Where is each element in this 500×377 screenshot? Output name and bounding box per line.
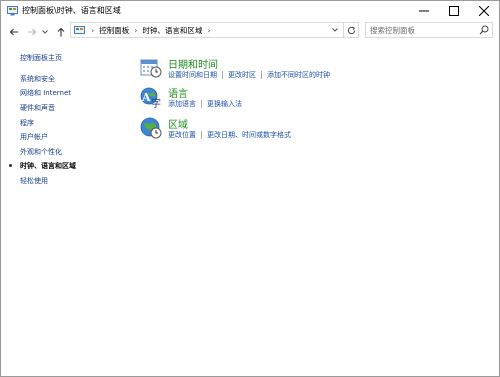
link-change-location[interactable]: 更改位置 bbox=[168, 130, 196, 140]
search-box[interactable] bbox=[365, 22, 493, 38]
arrow-up-icon bbox=[57, 27, 64, 36]
link-divider bbox=[201, 100, 202, 108]
sidebar-item-clock-language-region[interactable]: 时钟、语言和区域 bbox=[20, 161, 76, 171]
link-change-input-method[interactable]: 更换输入法 bbox=[207, 99, 242, 109]
link-change-timezone[interactable]: 更改时区 bbox=[228, 70, 256, 80]
search-icon[interactable] bbox=[479, 25, 489, 35]
search-input[interactable] bbox=[366, 23, 480, 37]
category-links: 设置时间和日期 更改时区 添加不同时区的时钟 bbox=[168, 70, 330, 80]
sidebar-item-appearance[interactable]: 外观和个性化 bbox=[20, 147, 62, 157]
arrow-left-icon bbox=[9, 28, 18, 35]
arrow-right-icon bbox=[27, 28, 36, 35]
breadcrumb-separator[interactable]: › bbox=[91, 26, 94, 35]
minimize-icon bbox=[419, 10, 429, 11]
window-title: 控制面板\时钟、语言和区域 bbox=[22, 6, 121, 15]
link-divider bbox=[201, 131, 202, 139]
recent-locations-button[interactable] bbox=[41, 25, 49, 38]
refresh-button[interactable] bbox=[343, 22, 359, 38]
up-button[interactable] bbox=[54, 25, 67, 38]
link-divider bbox=[222, 71, 223, 79]
close-button[interactable] bbox=[469, 1, 499, 20]
breadcrumb-separator[interactable]: › bbox=[207, 26, 210, 35]
address-history-button[interactable] bbox=[328, 22, 342, 38]
title-bar[interactable]: 控制面板\时钟、语言和区域 bbox=[1, 1, 499, 20]
link-add-clocks[interactable]: 添加不同时区的时钟 bbox=[267, 70, 330, 80]
sidebar-item-hardware-sound[interactable]: 硬件和声音 bbox=[20, 103, 55, 113]
globe-clock-icon[interactable] bbox=[139, 116, 163, 140]
sidebar-item-network-internet[interactable]: 网络和 Internet bbox=[20, 88, 71, 98]
sidebar-item-home[interactable]: 控制面板主页 bbox=[20, 53, 62, 63]
close-icon bbox=[479, 5, 489, 16]
sidebar-item-programs[interactable]: 程序 bbox=[20, 118, 34, 128]
maximize-icon bbox=[449, 5, 459, 16]
calendar-clock-icon[interactable] bbox=[139, 56, 163, 80]
link-add-language[interactable]: 添加语言 bbox=[168, 99, 196, 109]
sidebar-item-system-security[interactable]: 系统和安全 bbox=[20, 74, 55, 84]
svg-text:A: A bbox=[141, 91, 151, 104]
chevron-down-icon bbox=[332, 28, 338, 32]
refresh-icon bbox=[347, 26, 355, 34]
sidebar-item-ease-of-access[interactable]: 轻松使用 bbox=[20, 176, 48, 186]
category-links: 添加语言 更换输入法 bbox=[168, 99, 242, 109]
address-bar[interactable]: › 控制面板 › 时钟、语言和区域 › bbox=[70, 22, 344, 38]
sidebar-item-user-accounts[interactable]: 用户帐户 bbox=[20, 132, 48, 142]
maximize-button[interactable] bbox=[439, 1, 469, 20]
sidebar: 控制面板主页 系统和安全 网络和 Internet 硬件和声音 程序 用户帐户 … bbox=[1, 40, 131, 370]
breadcrumb-separator[interactable]: › bbox=[134, 26, 137, 35]
category-title-date-time[interactable]: 日期和时间 bbox=[168, 56, 218, 71]
control-panel-icon bbox=[7, 6, 18, 16]
link-set-time-date[interactable]: 设置时间和日期 bbox=[168, 70, 217, 80]
control-panel-icon bbox=[74, 25, 85, 34]
language-icon[interactable]: A 字 bbox=[139, 85, 163, 109]
back-button[interactable] bbox=[7, 25, 20, 38]
current-page-bullet bbox=[9, 164, 12, 167]
chevron-down-icon bbox=[42, 29, 48, 34]
link-divider bbox=[261, 71, 262, 79]
minimize-button[interactable] bbox=[409, 1, 439, 20]
breadcrumb-clock-language-region[interactable]: 时钟、语言和区域 bbox=[142, 25, 202, 36]
control-panel-window: 控制面板\时钟、语言和区域 › 控制面板 › 时钟、语言和区域 › 搜索控制面板… bbox=[0, 0, 500, 377]
breadcrumb-control-panel[interactable]: 控制面板 bbox=[99, 25, 129, 36]
category-title-region[interactable]: 区域 bbox=[168, 116, 188, 131]
category-links: 更改位置 更改日期、时间或数字格式 bbox=[168, 130, 291, 140]
category-title-language[interactable]: 语言 bbox=[168, 85, 188, 100]
link-change-formats[interactable]: 更改日期、时间或数字格式 bbox=[207, 130, 291, 140]
forward-button[interactable] bbox=[25, 25, 38, 38]
svg-text:字: 字 bbox=[151, 97, 161, 109]
